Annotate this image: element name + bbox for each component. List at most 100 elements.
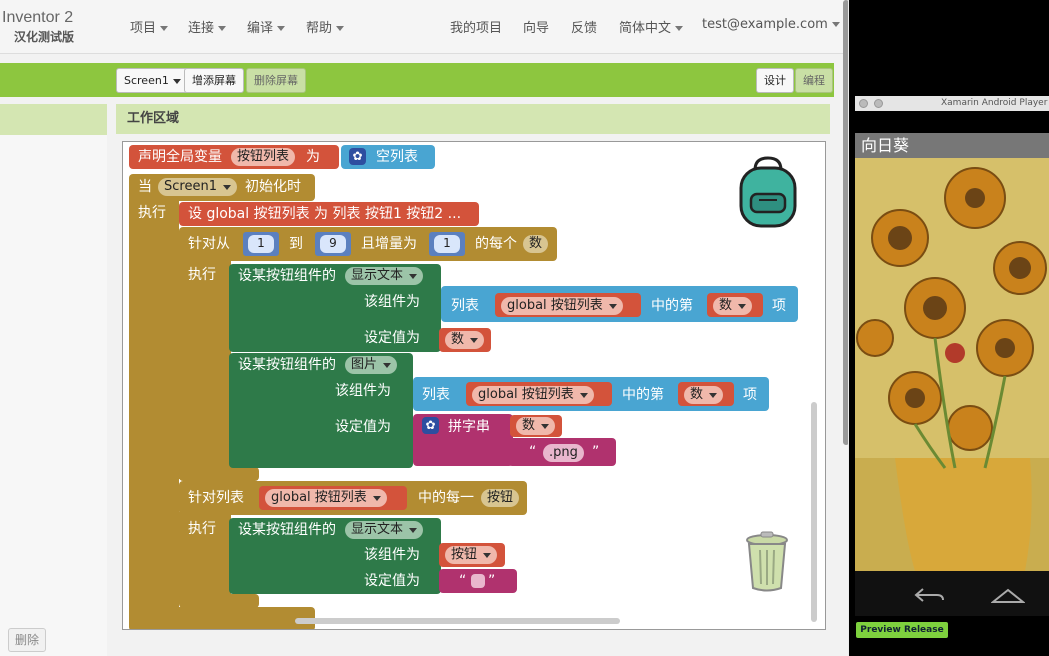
gear-icon[interactable]: ✿: [422, 417, 439, 434]
trash-icon[interactable]: [741, 530, 793, 594]
for-each-label: 的每个: [475, 236, 517, 252]
quote-open-icon: “: [459, 573, 467, 589]
empty-text-field[interactable]: [471, 574, 485, 588]
set-image-component-label: 该组件为: [335, 383, 391, 399]
join-num-select[interactable]: 数: [516, 417, 556, 435]
event-when-label: 当: [138, 179, 152, 195]
join-label: 拼字串: [448, 419, 490, 435]
chevron-down-icon: [738, 304, 747, 309]
from-number-block[interactable]: 1: [243, 232, 279, 256]
chevron-down-icon: [372, 496, 381, 501]
window-close-icon[interactable]: [859, 99, 868, 108]
chevron-down-icon: [409, 274, 418, 279]
step-number-block[interactable]: 1: [429, 232, 465, 256]
global-var-select-2[interactable]: global 按钮列表: [472, 386, 594, 404]
chevron-down-icon: [222, 185, 231, 190]
page-scrollbar[interactable]: [843, 0, 848, 445]
gear-icon[interactable]: ✿: [349, 148, 366, 165]
loop-var-field[interactable]: 数: [523, 235, 549, 253]
list-label: 列表: [451, 298, 479, 314]
workspace-horizontal-scrollbar[interactable]: [295, 618, 620, 624]
for-range-body-bar: [179, 257, 231, 479]
set-text-label: 设某按钮组件的: [238, 268, 336, 284]
designer-button[interactable]: 设计: [756, 68, 794, 93]
text-prop-select[interactable]: 显示文本: [345, 267, 424, 285]
global-as-label: 为: [306, 149, 320, 165]
global-var-select[interactable]: global 按钮列表: [501, 297, 623, 315]
item-label: 项: [772, 298, 786, 314]
image-prop-select[interactable]: 图片: [345, 356, 398, 374]
set-text-value-label: 设定值为: [364, 330, 420, 346]
index-var-select[interactable]: 数: [713, 297, 753, 315]
join-text-field[interactable]: .png: [543, 444, 584, 462]
workspace-vertical-scrollbar[interactable]: [811, 402, 817, 622]
link-feedback[interactable]: 反馈: [571, 17, 597, 36]
chevron-down-icon: [608, 304, 617, 309]
chevron-down-icon: [172, 78, 181, 84]
index-var-select-2[interactable]: 数: [684, 386, 724, 404]
index-label-2: 中的第: [622, 387, 664, 403]
set-text-label-2: 设某按钮组件的: [238, 522, 336, 538]
chevron-down-icon: [483, 553, 492, 558]
event-component-select[interactable]: Screen1: [158, 178, 237, 196]
blocks-workspace[interactable]: 声明全局变量 按钮列表 为 ✿ 空列表 当 Screen1 初始化时 执行 设 …: [122, 141, 826, 630]
home-icon[interactable]: [991, 587, 1025, 605]
logo-title: Inventor 2: [2, 9, 74, 26]
value-var-select[interactable]: 数: [445, 331, 485, 349]
to-number-block[interactable]: 9: [315, 232, 351, 256]
list-label-2: 列表: [422, 387, 450, 403]
chevron-down-icon: [579, 393, 588, 398]
for-list-footer: [179, 594, 259, 608]
workspace-header: 工作区域: [116, 104, 830, 134]
link-my-projects[interactable]: 我的项目: [450, 17, 502, 36]
sunflower-painting: [855, 158, 1049, 571]
for-list-label: 针对列表: [188, 490, 244, 506]
sunflower-image[interactable]: [855, 158, 1049, 571]
delete-button[interactable]: 删除: [8, 628, 46, 652]
global-name-field[interactable]: 按钮列表: [231, 148, 296, 166]
app-inventor-window: Inventor 2 汉化测试版 项目 连接 编译 帮助 我的项目 向导 反馈 …: [0, 0, 848, 656]
set-global-label: 设 global 按钮列表 为 列表 按钮1 按钮2 ...: [188, 206, 462, 222]
backpack-icon[interactable]: [733, 156, 803, 228]
chevron-down-icon: [160, 26, 169, 31]
event-footer: [129, 607, 315, 629]
menu-connect[interactable]: 连接: [188, 17, 227, 36]
window-minimize-icon[interactable]: [874, 99, 883, 108]
add-screen-button[interactable]: 增添屏幕: [184, 68, 244, 93]
menu-project[interactable]: 项目: [130, 17, 169, 36]
event-do-label: 执行: [138, 205, 166, 221]
link-guide[interactable]: 向导: [523, 17, 549, 36]
quote-close-icon: ”: [592, 444, 600, 460]
set-image-label: 设某按钮组件的: [238, 357, 336, 373]
screen-select[interactable]: Screen1: [116, 68, 189, 93]
text-prop-select-2[interactable]: 显示文本: [345, 521, 424, 539]
button-var-select[interactable]: 按钮: [445, 546, 498, 564]
for-list-var-field[interactable]: 按钮: [481, 489, 520, 507]
account-menu[interactable]: test@example.com: [702, 17, 840, 32]
chevron-down-icon: [470, 338, 479, 343]
global-decl-label: 声明全局变量: [138, 149, 222, 165]
remove-screen-button[interactable]: 删除屏幕: [246, 68, 306, 93]
menu-build[interactable]: 编译: [247, 17, 286, 36]
preview-release-button[interactable]: Preview Release: [856, 622, 948, 638]
chevron-down-icon: [409, 528, 418, 533]
empty-list-label: 空列表: [376, 149, 418, 165]
for-do-label: 执行: [188, 267, 216, 283]
blocks-button[interactable]: 编程: [795, 68, 833, 93]
chevron-down-icon: [831, 22, 840, 27]
android-nav-bar: [855, 571, 1049, 616]
back-icon[interactable]: [913, 587, 945, 603]
app-title-bar: 向日葵: [855, 133, 1049, 158]
panel-header: [0, 104, 107, 135]
chevron-down-icon: [541, 424, 550, 429]
chevron-down-icon: [675, 26, 684, 31]
for-list-global-select[interactable]: global 按钮列表: [265, 489, 387, 507]
language-menu[interactable]: 简体中文: [619, 17, 684, 36]
set-text-component-label: 该组件为: [364, 294, 420, 310]
event-body-bar: [129, 197, 179, 617]
index-label: 中的第: [651, 298, 693, 314]
chevron-down-icon: [336, 26, 345, 31]
menu-help[interactable]: 帮助: [306, 17, 345, 36]
for-list-do-label: 执行: [188, 521, 216, 537]
item-label-2: 项: [743, 387, 757, 403]
